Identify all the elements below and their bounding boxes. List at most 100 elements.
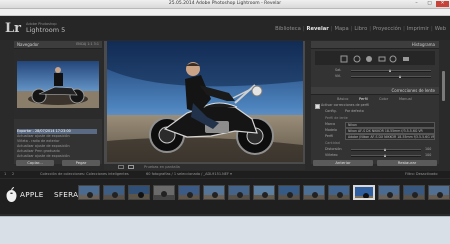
scrollbar-thumb[interactable] <box>442 71 445 101</box>
thumbnail[interactable] <box>428 185 450 200</box>
thumbnail[interactable] <box>178 185 200 200</box>
lens-profile-label: Perfil de lente <box>325 116 348 120</box>
thumbnail[interactable] <box>203 185 225 200</box>
thumbnail-image <box>279 186 299 199</box>
config-value[interactable]: Por defecto <box>345 109 364 113</box>
copy-button[interactable]: Copiar... <box>16 160 54 166</box>
watermark-apple: APPLE <box>20 190 44 199</box>
applesfera-watermark: APPLE SFERA <box>4 186 78 216</box>
thumbnail-image <box>129 186 149 199</box>
thumbnail-image <box>429 186 449 199</box>
thumbnail[interactable] <box>153 185 175 200</box>
enable-profile-label: Activar correcciones de perfil <box>321 103 370 107</box>
config-label: Config. <box>325 109 337 113</box>
product-name: Lightroom 5 <box>26 26 66 34</box>
tab-manual[interactable]: Manual <box>399 97 412 102</box>
lens-corrections-title: Correcciones de lente <box>391 88 435 93</box>
module-revelar[interactable]: Revelar <box>305 24 331 34</box>
thumbnail[interactable] <box>328 185 350 200</box>
vignette-amount-value[interactable]: 100 <box>425 153 431 157</box>
thumbnail[interactable] <box>228 185 250 200</box>
title-bar: 25.05.2014 Adobe Photoshop Lightroom - R… <box>0 0 450 9</box>
thumbnail[interactable] <box>378 185 400 200</box>
thumbnail-image <box>229 186 249 199</box>
tab-basico[interactable]: Básico <box>337 97 348 102</box>
module-proyeccion[interactable]: Proyección <box>371 24 403 34</box>
marca-label: Marca <box>325 122 335 126</box>
thumbnail-image <box>154 186 174 199</box>
saturation-slider[interactable] <box>351 70 431 72</box>
saturation-knob[interactable] <box>389 69 391 72</box>
perfil-select[interactable]: Adobe (Nikon AF-S DX NIKKOR 18-55mm f/3.… <box>345 134 435 140</box>
page-two[interactable]: 2 <box>12 171 14 178</box>
previous-button[interactable]: Anterior <box>313 160 373 166</box>
thumbnail-image <box>254 186 274 199</box>
navigator-preview-image <box>17 61 99 108</box>
lightroom-window: 25.05.2014 Adobe Photoshop Lightroom - R… <box>0 0 450 244</box>
reset-button[interactable]: Restaurar <box>377 160 437 166</box>
thumbnail-image <box>179 186 199 199</box>
thumbnail[interactable] <box>403 185 425 200</box>
tab-perfil[interactable]: Perfil <box>359 97 368 102</box>
thumbnail[interactable] <box>253 185 275 200</box>
right-panel: Histograma Sat. Viñ. Correcciones de len… <box>311 41 439 164</box>
main-photo[interactable] <box>107 41 303 162</box>
before-after-icon[interactable] <box>128 165 134 169</box>
right-panel-buttons: Anterior Restaurar <box>311 160 439 166</box>
watermark-sfera: SFERA <box>54 190 79 199</box>
close-button[interactable]: ✕ <box>436 1 449 7</box>
thumbnail[interactable] <box>278 185 300 200</box>
module-imprimir[interactable]: Imprimir <box>405 24 431 34</box>
image-toolbar: Pruebas en pantalla <box>104 164 305 170</box>
enable-profile-checkbox[interactable] <box>315 104 320 109</box>
photo-count[interactable]: 60 fotografías / 1 seleccionada / _ADL91… <box>146 171 232 178</box>
saturation-label: Sat. <box>335 68 342 72</box>
vignette-slider[interactable] <box>351 76 431 78</box>
histogram-header[interactable]: Histograma <box>311 41 439 49</box>
distortion-knob[interactable] <box>384 148 386 151</box>
thumbnail[interactable] <box>78 185 100 200</box>
distortion-slider[interactable] <box>351 149 421 151</box>
distortion-value[interactable]: 100 <box>425 147 431 151</box>
thumbnail[interactable] <box>103 185 125 200</box>
navigator-zoom-options[interactable]: ENCAJ 1:1 3:1 <box>76 41 99 48</box>
thumbnail-image <box>404 186 424 199</box>
taskbar <box>0 216 450 244</box>
vignette-amount-slider[interactable] <box>351 155 421 157</box>
lens-corrections-header[interactable]: Correcciones de lente <box>311 87 439 95</box>
navigator-header[interactable]: Navegador ENCAJ 1:1 3:1 <box>14 41 102 49</box>
navigator-title: Navegador <box>17 42 39 47</box>
lightroom-logo: Lr <box>5 21 21 36</box>
filter-label[interactable]: Filtro: Desactivado <box>405 171 438 178</box>
page-one[interactable]: 1 <box>4 171 6 178</box>
loupe-view-icon[interactable] <box>118 165 124 169</box>
menu-bar: ArchivoEditarRevelarFotografíaAjustesHer… <box>0 9 450 25</box>
paste-button[interactable]: Pegar <box>62 160 100 166</box>
source-folder[interactable]: Colección de colecciones: Colecciones in… <box>40 171 129 178</box>
navigator-preview[interactable] <box>17 61 99 108</box>
module-mapa[interactable]: Mapa <box>333 24 351 34</box>
thumbnail-image <box>104 186 124 199</box>
left-panel-buttons: Copiar... Pegar <box>14 160 102 166</box>
soft-proofing-label[interactable]: Pruebas en pantalla <box>144 164 180 170</box>
apple-logo-icon <box>6 187 17 202</box>
thumbnail-selected[interactable] <box>353 185 375 200</box>
vignette-amount-label: Viñeteo <box>325 153 338 157</box>
module-web[interactable]: Web <box>433 24 448 34</box>
modelo-label: Modelo <box>325 128 337 132</box>
module-biblioteca[interactable]: Biblioteca <box>273 24 303 34</box>
thumbnail[interactable] <box>128 185 150 200</box>
history-item[interactable]: Actualizar ajuste de exposición <box>17 154 97 159</box>
thumbnail-image <box>304 186 324 199</box>
minimize-button[interactable]: – <box>410 1 423 7</box>
histogram-title: Histograma <box>411 42 435 47</box>
module-picker: Biblioteca | Revelar | Mapa | Libro | Proyec… <box>273 24 448 34</box>
maximize-button[interactable]: □ <box>423 1 436 7</box>
vignette-amount-knob[interactable] <box>384 154 386 157</box>
right-panel-scrollbar[interactable] <box>441 41 446 164</box>
module-libro[interactable]: Libro <box>352 24 369 34</box>
thumbnail[interactable] <box>303 185 325 200</box>
vignette-knob[interactable] <box>399 75 401 78</box>
tool-icons <box>340 55 409 63</box>
tab-color[interactable]: Color <box>379 97 388 102</box>
